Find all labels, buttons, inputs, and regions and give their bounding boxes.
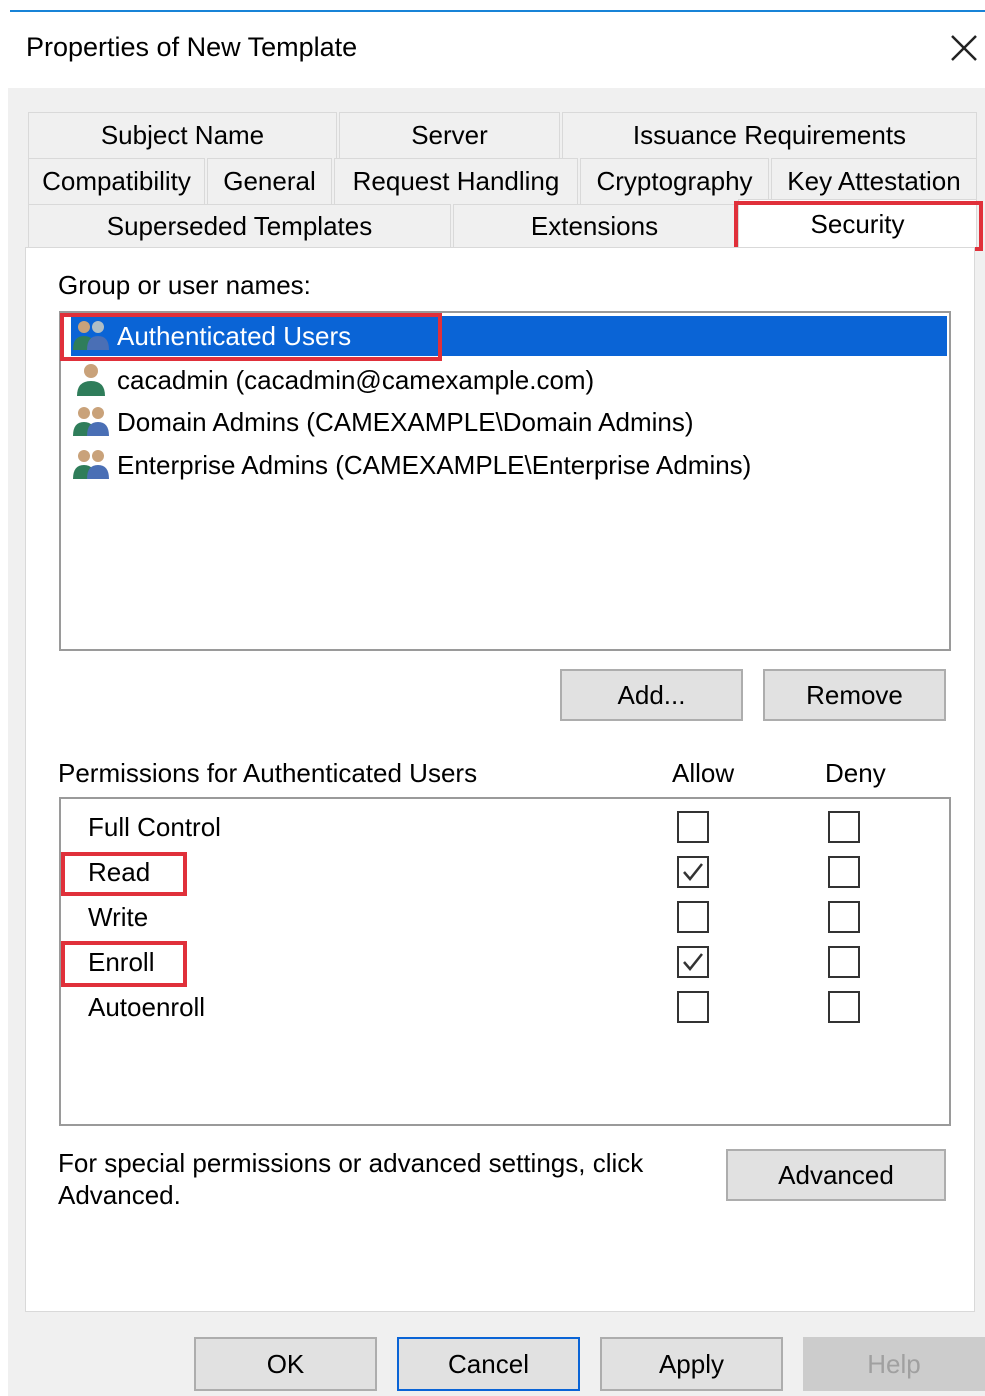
tab-key-attestation[interactable]: Key Attestation [771, 158, 977, 204]
apply-button[interactable]: Apply [600, 1337, 783, 1391]
close-button[interactable] [944, 28, 984, 68]
full-control-deny-checkbox[interactable] [828, 811, 860, 843]
permission-write-label: Write [88, 902, 149, 932]
permission-full-control-label: Full Control [88, 812, 221, 842]
window-title: Properties of New Template [26, 32, 358, 62]
ok-button[interactable]: OK [194, 1337, 377, 1391]
autoenroll-allow-checkbox[interactable] [677, 991, 709, 1023]
checkmark-icon [683, 953, 703, 971]
read-allow-checkbox[interactable] [677, 856, 709, 888]
list-item-domain-admins[interactable]: Domain Admins (CAMEXAMPLE\Domain Admins) [71, 402, 694, 442]
authenticated-users-highlight [60, 313, 442, 361]
advanced-button[interactable]: Advanced [726, 1149, 946, 1201]
single-user-icon [77, 364, 105, 396]
allow-header: Allow [672, 758, 735, 788]
remove-button[interactable]: Remove [763, 669, 946, 721]
help-button[interactable]: Help [803, 1337, 985, 1391]
group-users-icon [73, 407, 109, 436]
advanced-hint-line2: Advanced. [58, 1180, 181, 1210]
close-icon [951, 35, 977, 61]
window-accent-line [10, 10, 985, 12]
read-deny-checkbox[interactable] [828, 856, 860, 888]
cancel-button[interactable]: Cancel [397, 1337, 580, 1391]
add-button[interactable]: Add... [560, 669, 743, 721]
tab-extensions[interactable]: Extensions [453, 204, 736, 248]
write-deny-checkbox[interactable] [828, 901, 860, 933]
autoenroll-deny-checkbox[interactable] [828, 991, 860, 1023]
user-name-label: Enterprise Admins (CAMEXAMPLE\Enterprise… [117, 449, 752, 480]
deny-header: Deny [825, 758, 886, 788]
tab-cryptography[interactable]: Cryptography [580, 158, 769, 204]
tab-compatibility[interactable]: Compatibility [28, 158, 205, 204]
list-item-enterprise-admins[interactable]: Enterprise Admins (CAMEXAMPLE\Enterprise… [71, 445, 751, 485]
permissions-label: Permissions for Authenticated Users [58, 758, 478, 788]
enroll-deny-checkbox[interactable] [828, 946, 860, 978]
user-name-label: Domain Admins (CAMEXAMPLE\Domain Admins) [117, 406, 694, 437]
advanced-hint-line1: For special permissions or advanced sett… [58, 1148, 644, 1178]
group-users-icon [73, 450, 109, 479]
enroll-highlight [61, 941, 187, 987]
enroll-allow-checkbox[interactable] [677, 946, 709, 978]
permissions-list [59, 797, 951, 1126]
tab-request-handling[interactable]: Request Handling [334, 158, 578, 204]
list-item-cacadmin[interactable]: cacadmin (cacadmin@camexample.com) [71, 360, 594, 400]
write-allow-checkbox[interactable] [677, 901, 709, 933]
group-or-user-names-label: Group or user names: [58, 270, 311, 300]
tab-issuance-requirements[interactable]: Issuance Requirements [562, 112, 977, 158]
tab-server[interactable]: Server [339, 112, 560, 158]
security-tab-highlight [734, 201, 983, 251]
permission-autoenroll-label: Autoenroll [88, 992, 206, 1022]
tab-superseded-templates[interactable]: Superseded Templates [28, 204, 451, 248]
full-control-allow-checkbox[interactable] [677, 811, 709, 843]
tab-general[interactable]: General [207, 158, 332, 204]
read-highlight [61, 852, 187, 896]
checkmark-icon [683, 863, 703, 881]
tab-subject-name[interactable]: Subject Name [28, 112, 337, 158]
user-name-label: cacadmin (cacadmin@camexample.com) [117, 364, 595, 395]
